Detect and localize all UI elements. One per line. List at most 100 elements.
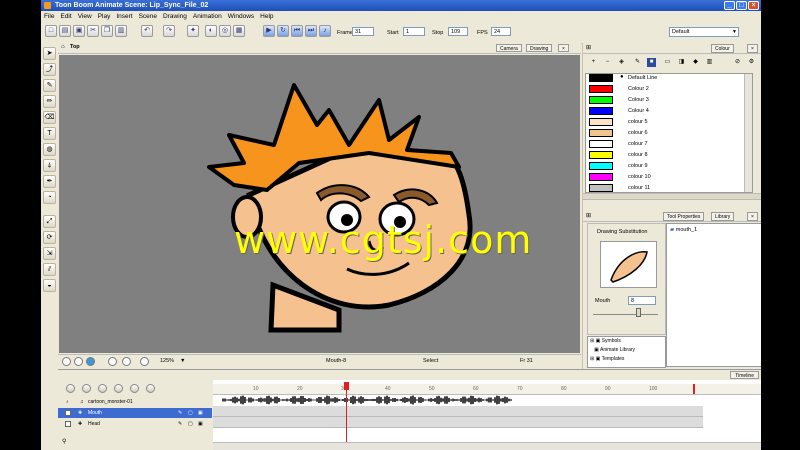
copy-icon[interactable]: ❐ <box>101 25 113 37</box>
tab-camera[interactable]: Camera <box>496 44 522 52</box>
colour-row[interactable]: colour 8 <box>586 150 752 161</box>
colour-row[interactable]: Colour 3 <box>586 95 752 106</box>
workspace-select[interactable]: Default ▼ <box>669 27 739 37</box>
timeline-scrollbar[interactable] <box>213 442 761 450</box>
layer-row-sound[interactable]: ♪ ♫ cartoon_monster-01 <box>58 397 212 407</box>
edit-icon[interactable]: ✎ <box>178 408 182 418</box>
scale-tool-icon[interactable]: ⇲ <box>43 247 56 260</box>
tab-library[interactable]: Library <box>711 212 735 221</box>
colour-row[interactable]: colour 7 <box>586 139 752 150</box>
add-drawing-layer-icon[interactable] <box>98 384 107 393</box>
collapse-icon[interactable] <box>146 384 155 393</box>
menu-animation[interactable]: Animation <box>193 13 222 20</box>
tab-close-icon[interactable]: × <box>747 44 758 53</box>
first-frame-icon[interactable]: ⏮ <box>291 25 303 37</box>
safe-area-icon[interactable] <box>140 357 149 366</box>
onion-skin-icon[interactable]: ◎ <box>219 25 231 37</box>
library-item[interactable]: ▰ mouth_1 <box>670 227 697 233</box>
save-icon[interactable]: ▣ <box>73 25 85 37</box>
layer-visible-checkbox[interactable] <box>65 410 71 416</box>
edit-icon[interactable]: ✎ <box>178 419 182 429</box>
add-layer-icon[interactable] <box>66 384 75 393</box>
mouth-value-field[interactable]: 8 <box>628 296 656 305</box>
skew-tool-icon[interactable]: ⫽ <box>43 263 56 276</box>
substitution-slider-handle[interactable] <box>636 308 641 317</box>
play-icon[interactable]: ▶ <box>263 25 275 37</box>
last-frame-icon[interactable]: ⏭ <box>305 25 317 37</box>
lock-icon[interactable]: ⊘ <box>733 58 742 67</box>
contour-editor-icon[interactable]: ⤴ <box>43 63 56 76</box>
colour-row[interactable]: colour 11 <box>586 183 752 192</box>
menu-view[interactable]: View <box>78 13 92 20</box>
menu-play[interactable]: Play <box>98 13 111 20</box>
tab-colour[interactable]: Colour <box>711 44 734 53</box>
cut-icon[interactable]: ✂ <box>87 25 99 37</box>
tab-close-icon[interactable]: × <box>558 44 569 52</box>
onion-skin-toggle-icon[interactable] <box>122 357 131 366</box>
colour-row[interactable]: colour 9 <box>586 161 752 172</box>
settings-icon[interactable]: ⚙ <box>747 58 756 67</box>
tab-drawing[interactable]: Drawing <box>526 44 553 52</box>
color-view-icon[interactable] <box>86 357 95 366</box>
lock-icon[interactable]: ▢ <box>188 419 193 429</box>
loop-icon[interactable]: ↻ <box>277 25 289 37</box>
menu-file[interactable]: File <box>44 13 54 20</box>
layer-row-head[interactable]: ✚ Head ✎ ▢ ▣ <box>58 419 212 429</box>
color-icon[interactable]: ▣ <box>198 419 203 429</box>
undo-icon[interactable]: ↶ <box>141 25 153 37</box>
fill-colour-icon[interactable]: ◨ <box>677 58 686 67</box>
colour-row[interactable]: colour 5 <box>586 117 752 128</box>
menu-drawing[interactable]: Drawing <box>163 13 187 20</box>
tab-timeline[interactable]: Timeline <box>730 371 759 379</box>
rotate-tool-icon[interactable]: ⟳ <box>43 231 56 244</box>
colour-row[interactable]: colour 6 <box>586 128 752 139</box>
mouth-frame-row[interactable] <box>213 406 703 417</box>
head-frame-row[interactable] <box>213 417 703 428</box>
drawing-canvas[interactable]: www.cgtsj.com <box>59 55 580 353</box>
text-tool-icon[interactable]: T <box>43 127 56 140</box>
stroke-tool-icon[interactable]: ◔ <box>43 191 56 204</box>
reset-view-icon[interactable] <box>62 357 71 366</box>
select-tool-icon[interactable]: ➤ <box>43 47 56 60</box>
layer-row-mouth[interactable]: ✚ Mouth ✎ ▢ ▣ <box>58 408 212 418</box>
light-table-icon[interactable]: ◐ <box>205 25 217 37</box>
menu-scene[interactable]: Scene <box>139 13 157 20</box>
transform-tool-icon[interactable]: ⤢ <box>43 215 56 228</box>
substitution-slider[interactable] <box>593 314 658 315</box>
camera-view-icon[interactable]: ▦ <box>233 25 245 37</box>
gradient-icon[interactable]: ▥ <box>705 58 714 67</box>
brush-tool-icon[interactable]: ✎ <box>43 79 56 92</box>
menu-insert[interactable]: Insert <box>116 13 132 20</box>
texture-icon[interactable]: ◆ <box>691 58 700 67</box>
colour-row[interactable]: ● Default Line <box>586 74 752 84</box>
panel-menu-icon[interactable]: ⊞ <box>586 44 591 51</box>
zoom-dropdown-icon[interactable]: ▼ <box>180 358 185 364</box>
stop-frame-marker[interactable] <box>692 384 695 394</box>
layer-properties-icon[interactable] <box>130 384 139 393</box>
open-icon[interactable]: ▤ <box>59 25 71 37</box>
light-table-toggle-icon[interactable] <box>108 357 117 366</box>
drawing-thumbnail[interactable] <box>600 241 657 288</box>
magic-wand-icon[interactable]: ✦ <box>187 25 199 37</box>
frame-area[interactable]: 102030405060708090100 <box>213 380 761 450</box>
color-icon[interactable]: ▣ <box>198 408 203 418</box>
sound-icon[interactable]: ♪ <box>319 25 331 37</box>
tree-item-symbols[interactable]: ⊞ ▣ Symbols <box>590 338 621 344</box>
fps-field[interactable]: 24 <box>491 27 511 36</box>
add-colour-icon[interactable]: + <box>589 58 598 67</box>
pencil-tool-icon[interactable]: ✏ <box>43 95 56 108</box>
menu-help[interactable]: Help <box>260 13 273 20</box>
layer-visible-checkbox[interactable] <box>65 421 71 427</box>
tab-tool-properties[interactable]: Tool Properties <box>663 212 705 221</box>
brush-icon[interactable]: ✎ <box>633 58 642 67</box>
colour-row[interactable]: colour 10 <box>586 172 752 183</box>
new-icon[interactable]: □ <box>45 25 57 37</box>
colour-row[interactable]: Colour 4 <box>586 106 752 117</box>
palette-icon[interactable]: ◈ <box>617 58 626 67</box>
dropper-icon[interactable]: ⍋ <box>43 159 56 172</box>
zoom-level[interactable]: 125% <box>160 358 174 364</box>
frame-ruler[interactable]: 102030405060708090100 <box>213 384 761 395</box>
zoom-timeline-icon[interactable]: ⚲ <box>62 438 66 445</box>
colour-swatch-icon[interactable]: ■ <box>647 58 656 67</box>
frame-field[interactable]: 31 <box>352 27 374 36</box>
